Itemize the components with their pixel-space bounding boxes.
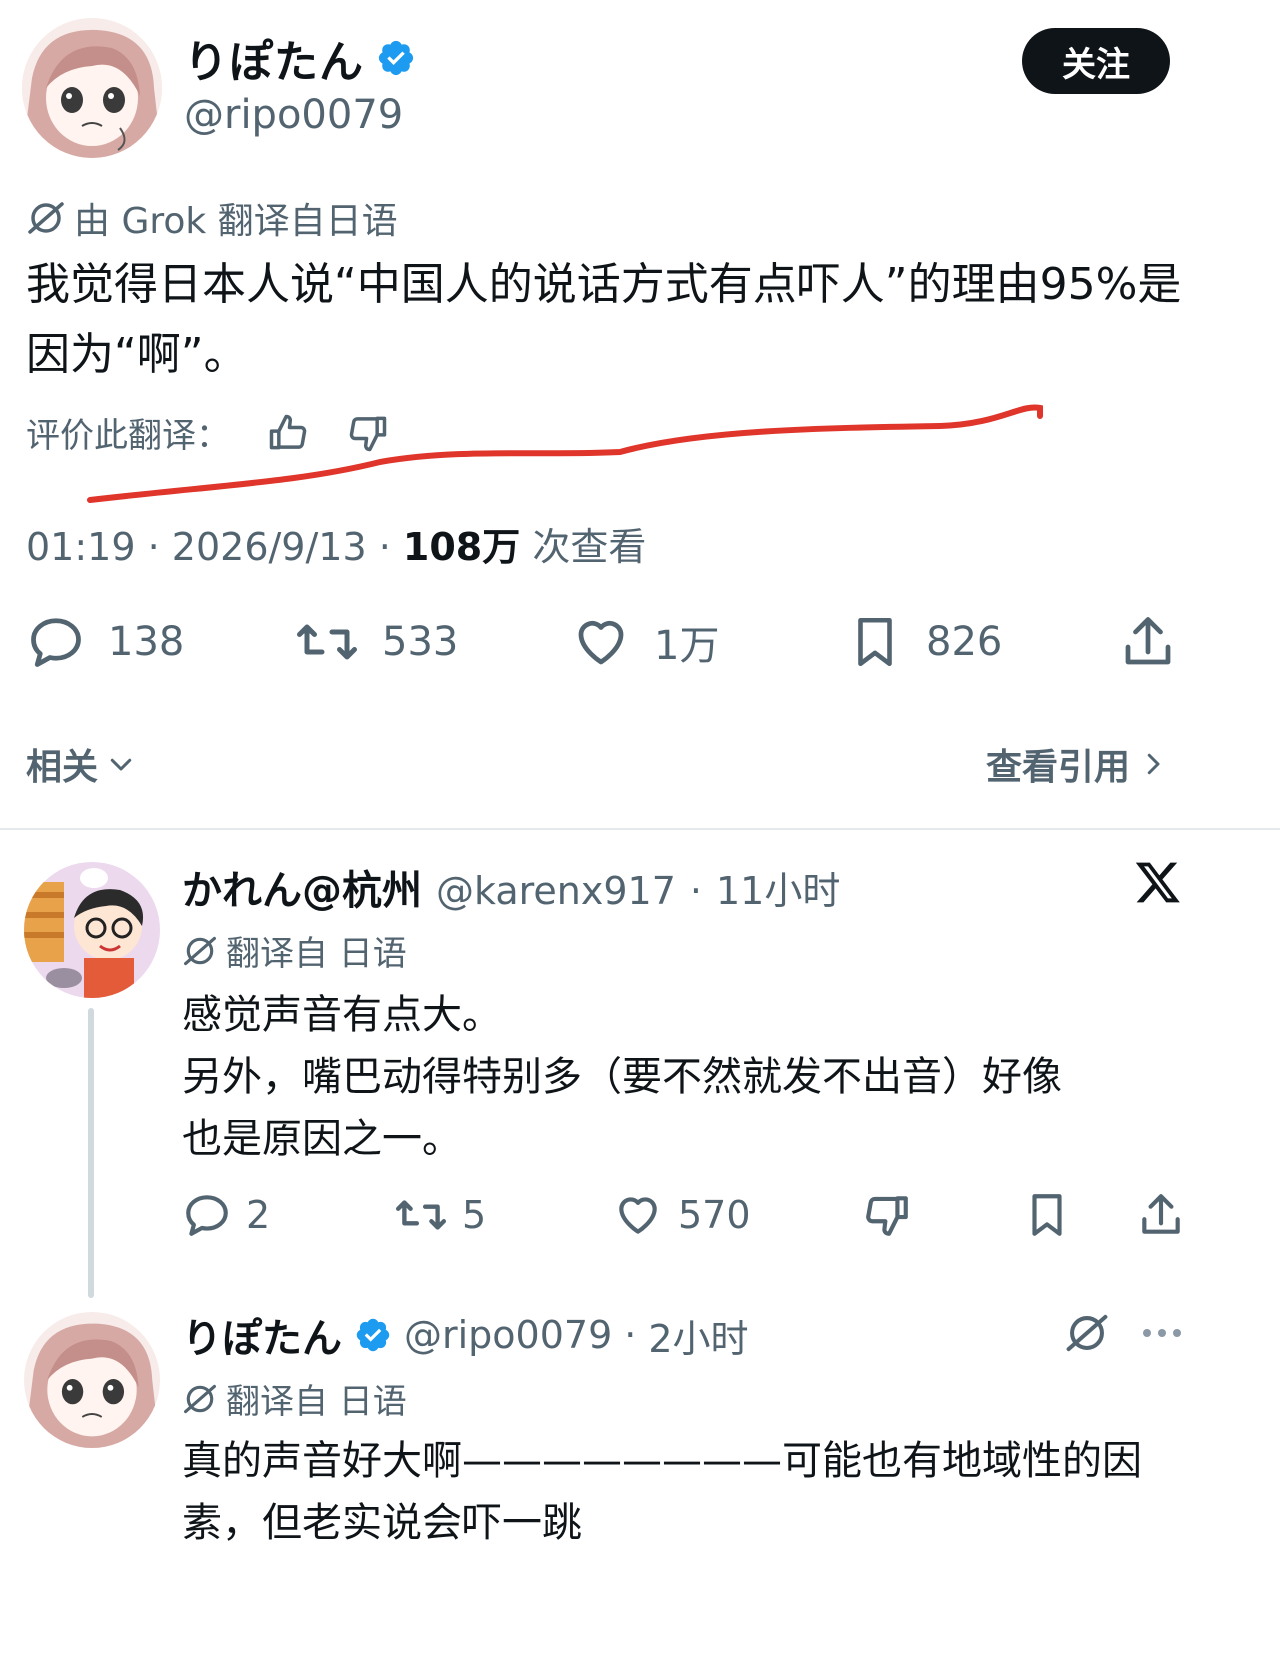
tweet-date[interactable]: 2026/9/13 (172, 525, 367, 569)
reply-count: 138 (108, 619, 185, 665)
like-count: 1万 (654, 623, 720, 669)
meta-separator: · (689, 869, 702, 913)
retweet-icon (394, 1190, 448, 1240)
author-handle[interactable]: @ripo0079 (184, 92, 403, 138)
translation-note: 由 Grok 翻译自日语 (26, 192, 398, 244)
bookmark-icon (846, 612, 904, 672)
reply-avatar[interactable] (24, 1312, 160, 1448)
more-icon[interactable] (1140, 1318, 1184, 1348)
reply-retweet-count: 5 (462, 1193, 487, 1237)
related-dropdown[interactable]: 相关 (26, 738, 136, 790)
reply-display-name[interactable]: りぽたん (182, 1306, 342, 1364)
author-display-name[interactable]: りぽたん (184, 26, 364, 90)
bookmark-button[interactable]: 826 (846, 612, 1002, 672)
reply-button[interactable]: 138 (26, 612, 184, 672)
like-icon (612, 1190, 664, 1240)
reply-icon (26, 612, 86, 672)
reply-handle[interactable]: @ripo0079 (404, 1313, 612, 1357)
share-button[interactable] (1118, 612, 1178, 672)
translate-icon (26, 198, 66, 238)
reply-retweet-button[interactable]: 5 (394, 1190, 486, 1240)
verified-badge-icon (354, 1316, 392, 1354)
retweet-count: 533 (382, 619, 459, 665)
bookmark-count: 826 (926, 619, 1003, 665)
reply-icon (182, 1190, 232, 1240)
reply-translation-text: 翻译自 日语 (226, 1382, 407, 1422)
share-icon (1118, 612, 1178, 672)
reply-handle[interactable]: @karenx917 (436, 869, 676, 913)
reply-like-button[interactable]: 570 (612, 1190, 751, 1240)
view-quotes-label: 查看引用 (986, 747, 1131, 788)
reply-text: 感觉声音有点大。 另外，嘴巴动得特别多（要不然就发不出音）好像 也是原因之一。 (182, 984, 1192, 1170)
translate-icon (182, 1381, 218, 1417)
retweet-icon (294, 612, 360, 672)
reply-text: 真的声音好大啊————————可能也有地域性的因 素，但老实说会吓一跳 (182, 1430, 1242, 1554)
reply-display-name[interactable]: かれん@杭州 (182, 858, 422, 916)
like-button[interactable]: 1万 (570, 612, 719, 672)
retweet-button[interactable]: 533 (294, 612, 458, 672)
reply-reply-button[interactable]: 2 (182, 1190, 270, 1240)
chevron-right-icon (1138, 749, 1168, 779)
translation-note-text: 由 Grok 翻译自日语 (74, 201, 398, 242)
meta-separator: · (624, 1313, 637, 1357)
translate-icon (182, 933, 218, 969)
avatar-illustration (24, 862, 160, 998)
follow-button[interactable]: 关注 (1022, 28, 1170, 94)
reply-text-line: 真的声音好大啊————————可能也有地域性的因 (182, 1438, 1142, 1484)
author-avatar[interactable] (22, 18, 162, 158)
thumbs-down-icon[interactable] (862, 1190, 912, 1240)
reply-translation-text: 翻译自 日语 (226, 934, 407, 974)
reply-avatar[interactable] (24, 862, 160, 998)
views-count: 108万 (402, 525, 521, 569)
reply-text-line: 也是原因之一。 (182, 1116, 462, 1162)
chevron-down-icon (106, 749, 136, 779)
meta-separator: · (378, 525, 391, 569)
avatar-illustration (24, 1312, 160, 1448)
red-annotation-underline (87, 404, 1043, 503)
view-quotes-link[interactable]: 查看引用 (986, 738, 1168, 790)
reply-time[interactable]: 11小时 (716, 860, 840, 915)
share-icon[interactable] (1136, 1190, 1186, 1240)
meta-separator: · (147, 525, 160, 569)
reply-time[interactable]: 2小时 (648, 1308, 748, 1363)
translate-icon[interactable] (1064, 1310, 1110, 1356)
reply-like-count: 570 (678, 1193, 751, 1237)
reply-translation-note: 翻译自 日语 (182, 1374, 407, 1423)
x-logo-icon (1134, 858, 1182, 906)
related-label: 相关 (26, 747, 99, 788)
reply-text-line: 另外，嘴巴动得特别多（要不然就发不出音）好像 (182, 1054, 1062, 1100)
tweet-time[interactable]: 01:19 (26, 525, 136, 569)
avatar-illustration (22, 18, 162, 158)
reply-translation-note: 翻译自 日语 (182, 926, 407, 975)
tweet-meta: 01:19 · 2026/9/13 · 108万 次查看 (26, 516, 646, 571)
reply-text-line: 感觉声音有点大。 (182, 992, 502, 1038)
reply-text-line: 素，但老实说会吓一跳 (182, 1500, 582, 1546)
bookmark-icon[interactable] (1022, 1190, 1072, 1240)
reply-reply-count: 2 (246, 1193, 271, 1237)
views-label: 次查看 (532, 525, 647, 569)
tweet-text: 我觉得日本人说“中国人的说话方式有点吓人”的理由95%是因为“啊”。 (26, 259, 1182, 380)
verified-badge-icon (376, 38, 416, 78)
section-divider (0, 828, 1280, 830)
like-icon (570, 612, 632, 672)
thread-connector (88, 1008, 94, 1298)
